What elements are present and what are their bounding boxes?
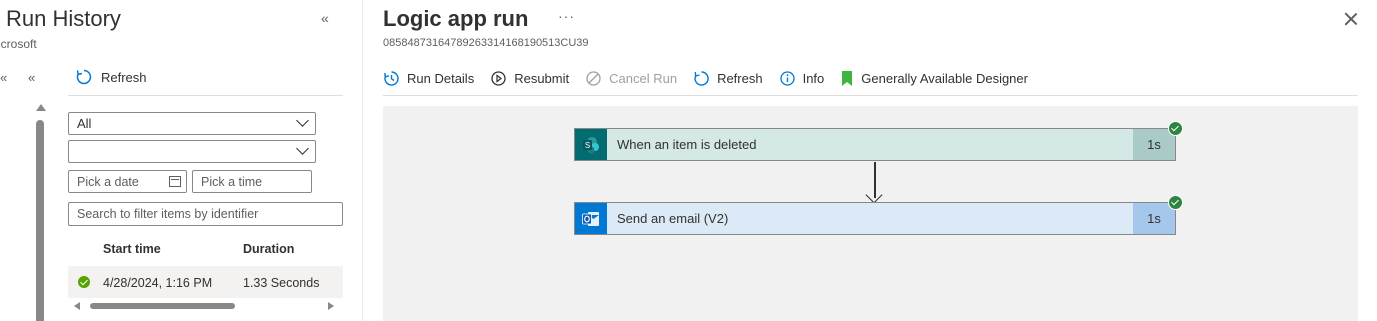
success-check-icon: [1168, 195, 1183, 210]
resubmit-icon: [491, 70, 506, 86]
chevron-down-icon: [296, 114, 309, 127]
trigger-step-card[interactable]: S When an item is deleted 1s: [574, 121, 1183, 161]
arrow-down-icon: [865, 186, 883, 204]
refresh-label: Refresh: [717, 70, 763, 86]
refresh-button[interactable]: Refresh: [693, 70, 763, 87]
info-button[interactable]: Info: [779, 70, 825, 87]
scrollbar-thumb[interactable]: [90, 303, 235, 309]
cancel-run-button[interactable]: Cancel Run: [585, 70, 677, 87]
action-step-label: Send an email (V2): [617, 211, 729, 226]
scroll-up-icon[interactable]: [36, 104, 46, 111]
designer-button[interactable]: Generally Available Designer: [840, 70, 1028, 87]
action-step-duration: 1s: [1133, 203, 1175, 234]
calendar-icon[interactable]: [169, 176, 181, 187]
collapse-panel-icon[interactable]: «: [321, 10, 329, 26]
run-history-title: Run History: [6, 6, 121, 31]
flow-arrow-connector: [865, 162, 883, 204]
cancel-icon: [586, 70, 601, 86]
vertical-scrollbar[interactable]: [36, 104, 46, 321]
run-start-time: 4/28/2024, 1:16 PM: [103, 276, 213, 290]
success-status-icon: [78, 276, 90, 288]
horizontal-scrollbar[interactable]: [68, 300, 343, 312]
run-details-label: Run Details: [407, 70, 475, 86]
identifier-search-input[interactable]: Search to filter items by identifier: [68, 202, 343, 226]
date-placeholder: Pick a date: [77, 175, 139, 189]
run-toolbar: Run Details Resubmit Cancel Run Refresh …: [383, 67, 1044, 89]
logic-app-run-panel: Logic app run ··· 0858487316478926331416…: [363, 0, 1377, 321]
time-placeholder: Pick a time: [201, 175, 263, 189]
run-details-button[interactable]: Run Details: [383, 70, 474, 87]
workflow-canvas: S When an item is deleted 1s Send an ema…: [383, 106, 1358, 321]
divider: [383, 95, 1358, 96]
history-icon: [384, 70, 399, 86]
action-step-card[interactable]: Send an email (V2) 1s: [574, 195, 1183, 235]
nav-collapse-icon[interactable]: «: [0, 70, 7, 85]
refresh-runs-button[interactable]: Refresh: [75, 68, 147, 86]
run-duration: 1.33 Seconds: [243, 276, 320, 290]
bookmark-flag-icon: [842, 70, 853, 86]
outlook-icon: [575, 203, 607, 234]
column-header-duration[interactable]: Duration: [243, 242, 294, 256]
run-history-subtitle: icrosoft: [0, 37, 37, 51]
trigger-step-label: When an item is deleted: [617, 137, 757, 152]
refresh-icon: [76, 69, 92, 85]
resubmit-label: Resubmit: [514, 70, 570, 86]
run-identifier: 08584873164789263314168190513CU39: [383, 37, 589, 49]
divider: [68, 95, 343, 96]
date-picker-field[interactable]: Pick a date: [68, 170, 187, 193]
info-icon: [779, 70, 795, 86]
app-root: Run History icrosoft « « « Refresh All P…: [0, 0, 1377, 321]
sharepoint-icon: S: [575, 129, 607, 160]
success-check-icon: [1168, 121, 1183, 136]
page-title: Logic app run: [383, 6, 529, 31]
scroll-right-icon[interactable]: [328, 302, 334, 310]
close-icon[interactable]: [1342, 10, 1360, 28]
run-history-panel: Run History icrosoft « « « Refresh All P…: [0, 0, 362, 321]
designer-label: Generally Available Designer: [861, 70, 1028, 86]
time-picker-field[interactable]: Pick a time: [192, 170, 312, 193]
cancel-run-label: Cancel Run: [609, 70, 678, 86]
info-label: Info: [802, 70, 825, 86]
status-filter-select[interactable]: All: [68, 112, 316, 135]
secondary-filter-select[interactable]: [68, 140, 316, 163]
refresh-runs-label: Refresh: [101, 69, 147, 85]
svg-text:S: S: [585, 141, 590, 150]
column-header-start-time[interactable]: Start time: [103, 242, 161, 256]
scroll-left-icon[interactable]: [74, 302, 80, 310]
resubmit-button[interactable]: Resubmit: [490, 70, 569, 87]
scrollbar-thumb[interactable]: [36, 120, 44, 321]
refresh-icon: [694, 70, 709, 86]
search-placeholder: Search to filter items by identifier: [77, 207, 259, 221]
chevron-down-icon: [296, 142, 309, 155]
status-filter-value: All: [77, 116, 92, 131]
trigger-step-duration: 1s: [1133, 129, 1175, 160]
nav-back-icon[interactable]: «: [28, 70, 35, 85]
more-options-icon[interactable]: ···: [558, 8, 575, 24]
table-row[interactable]: 4/28/2024, 1:16 PM 1.33 Seconds: [68, 266, 343, 298]
